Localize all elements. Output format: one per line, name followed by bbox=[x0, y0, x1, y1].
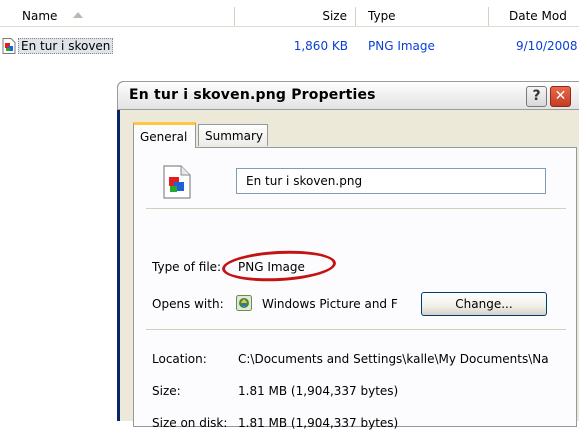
size-on-disk-label: Size on disk: bbox=[152, 416, 228, 430]
location-label: Location: bbox=[152, 352, 207, 366]
size-value: 1.81 MB (1,904,337 bytes) bbox=[238, 384, 399, 398]
file-size: 1,860 KB bbox=[293, 39, 348, 53]
filename-input[interactable]: En tur i skoven.png bbox=[236, 168, 546, 194]
location-value: C:\Documents and Settings\kalle\My Docum… bbox=[238, 352, 549, 366]
tab-summary[interactable]: Summary bbox=[198, 124, 268, 146]
size-on-disk-value: 1.81 MB (1,904,337 bytes) bbox=[238, 416, 399, 430]
type-of-file-label: Type of file: bbox=[152, 260, 222, 274]
red-highlight-circle bbox=[221, 248, 337, 284]
column-header-size[interactable]: Size bbox=[235, 7, 356, 26]
divider bbox=[146, 329, 566, 330]
column-type-label: Type bbox=[368, 9, 396, 23]
file-row[interactable]: En tur i skoven 1,860 KB PNG Image 9/10/… bbox=[0, 37, 579, 55]
column-header-bar: Name Size Type Date Mod bbox=[0, 7, 579, 27]
properties-dialog: En tur i skoven.png Properties ? ✕ Gener… bbox=[117, 81, 579, 430]
column-header-name[interactable]: Name bbox=[0, 7, 235, 26]
column-date-label: Date Mod bbox=[509, 9, 567, 23]
dialog-titlebar[interactable]: En tur i skoven.png Properties ? ✕ bbox=[117, 81, 579, 110]
size-label: Size: bbox=[152, 384, 181, 398]
png-file-icon bbox=[2, 38, 16, 54]
sort-ascending-icon bbox=[73, 12, 84, 18]
help-button[interactable]: ? bbox=[526, 86, 547, 107]
dialog-body: General Summary En tur i skoven.png Type… bbox=[120, 110, 579, 430]
divider bbox=[146, 208, 566, 209]
file-type: PNG Image bbox=[368, 39, 435, 53]
column-size-label: Size bbox=[322, 9, 347, 23]
tab-general[interactable]: General bbox=[133, 122, 196, 148]
png-file-icon bbox=[163, 165, 191, 199]
file-name[interactable]: En tur i skoven bbox=[18, 38, 114, 54]
change-button[interactable]: Change... bbox=[421, 292, 547, 316]
column-header-date[interactable]: Date Mod bbox=[489, 7, 579, 26]
column-header-type[interactable]: Type bbox=[356, 7, 489, 26]
general-panel: En tur i skoven.png Type of file: PNG Im… bbox=[133, 147, 577, 430]
column-name-label: Name bbox=[22, 9, 58, 23]
opens-with-value: Windows Picture and F bbox=[262, 297, 398, 311]
file-date: 9/10/2008 bbox=[516, 39, 578, 53]
dialog-title: En tur i skoven.png Properties bbox=[129, 87, 376, 103]
close-button[interactable]: ✕ bbox=[550, 86, 571, 107]
opens-with-label: Opens with: bbox=[152, 297, 224, 311]
windows-picture-viewer-icon bbox=[236, 295, 252, 311]
